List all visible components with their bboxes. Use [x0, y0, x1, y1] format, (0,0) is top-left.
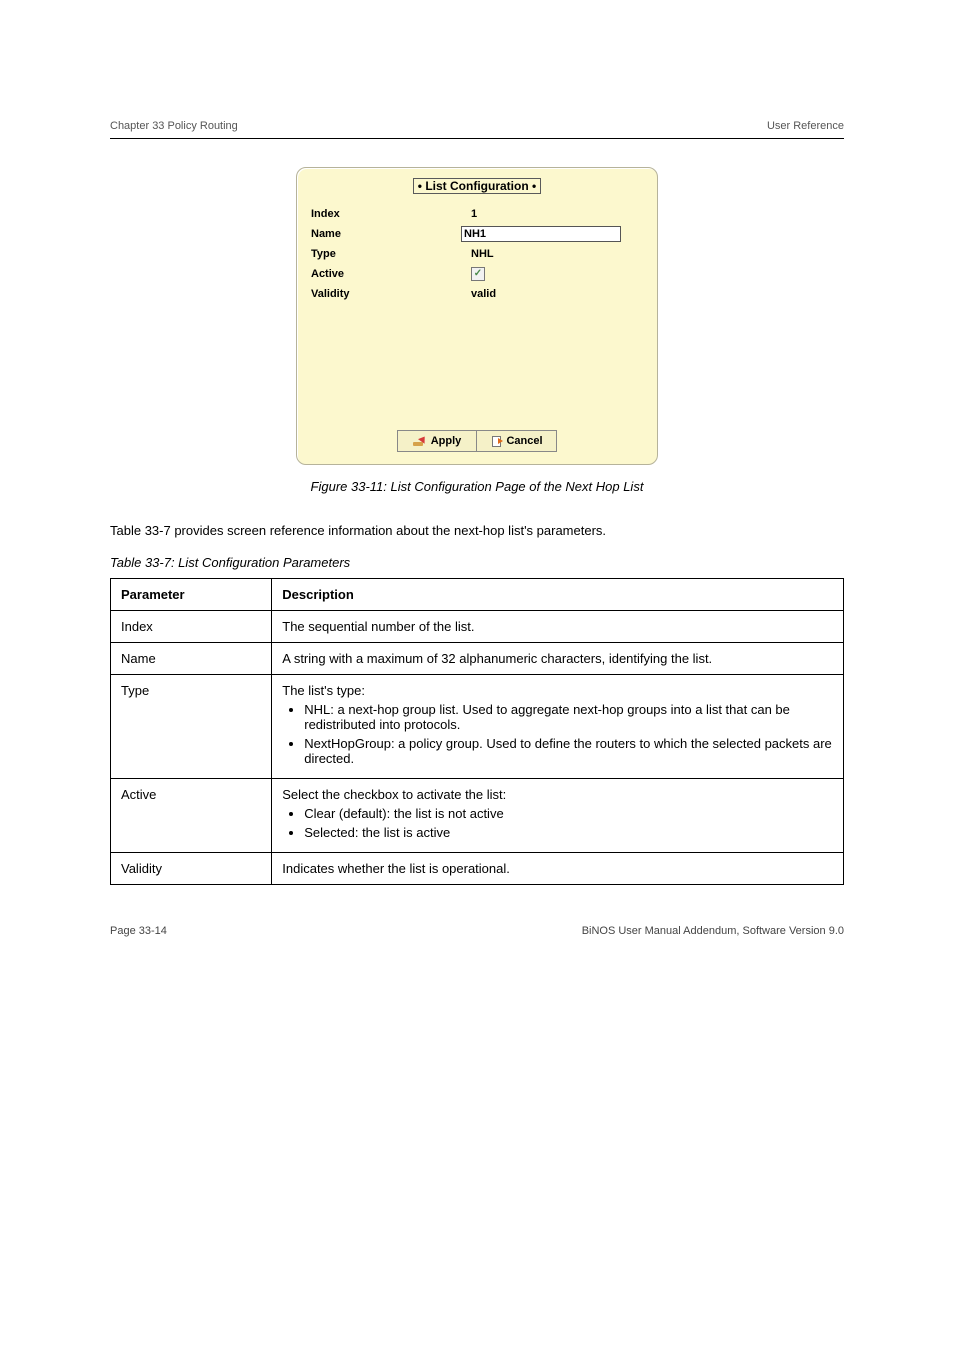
- th-description: Description: [272, 578, 844, 610]
- apply-button[interactable]: Apply: [397, 430, 477, 452]
- active-checkbox[interactable]: ✓: [471, 267, 485, 281]
- page-header: Chapter 33 Policy Routing User Reference: [110, 120, 844, 132]
- page-footer: Page 33-14 BiNOS User Manual Addendum, S…: [110, 925, 844, 937]
- cell-desc: Indicates whether the list is operationa…: [272, 852, 844, 884]
- cell-param: Type: [111, 674, 272, 778]
- apply-label: Apply: [431, 435, 462, 447]
- table-row: Active Select the checkbox to activate t…: [111, 778, 844, 852]
- value-type: NHL: [461, 248, 643, 260]
- cell-param: Active: [111, 778, 272, 852]
- label-type: Type: [311, 248, 461, 260]
- row-name: Name: [311, 224, 643, 244]
- cell-desc: The sequential number of the list.: [272, 610, 844, 642]
- list-item: NextHopGroup: a policy group. Used to de…: [304, 736, 833, 766]
- list-configuration-dialog: • List Configuration • Index 1 Name T: [296, 167, 658, 465]
- apply-icon: [413, 436, 427, 446]
- footer-right: BiNOS User Manual Addendum, Software Ver…: [582, 925, 844, 937]
- cell-param: Index: [111, 610, 272, 642]
- figure-caption: Figure 33-11: List Configuration Page of…: [110, 479, 844, 494]
- table-row: Validity Indicates whether the list is o…: [111, 852, 844, 884]
- row-type: Type NHL: [311, 244, 643, 264]
- label-active: Active: [311, 268, 461, 280]
- name-input[interactable]: [461, 226, 621, 242]
- header-left: Chapter 33 Policy Routing: [110, 120, 238, 132]
- cancel-button[interactable]: Cancel: [477, 430, 557, 452]
- paragraph: Table 33-7 provides screen reference inf…: [110, 522, 844, 541]
- dialog-title: • List Configuration •: [297, 178, 657, 194]
- parameters-table: Parameter Description Index The sequenti…: [110, 578, 844, 885]
- header-rule: [110, 138, 844, 139]
- table-row: Name A string with a maximum of 32 alpha…: [111, 642, 844, 674]
- header-right: User Reference: [767, 120, 844, 132]
- table-row: Type The list's type: NHL: a next-hop gr…: [111, 674, 844, 778]
- table-header-row: Parameter Description: [111, 578, 844, 610]
- cell-param: Name: [111, 642, 272, 674]
- cell-desc-lead: The list's type:: [282, 683, 833, 698]
- row-active: Active ✓: [311, 264, 643, 284]
- cell-param: Validity: [111, 852, 272, 884]
- cancel-label: Cancel: [506, 435, 542, 447]
- cell-desc-lead: Select the checkbox to activate the list…: [282, 787, 833, 802]
- value-validity: valid: [461, 288, 643, 300]
- label-name: Name: [311, 228, 461, 240]
- dialog-title-text: List Configuration: [425, 179, 528, 193]
- cell-desc: The list's type: NHL: a next-hop group l…: [272, 674, 844, 778]
- th-parameter: Parameter: [111, 578, 272, 610]
- table-caption: Table 33-7: List Configuration Parameter…: [110, 555, 844, 570]
- list-item: Clear (default): the list is not active: [304, 806, 833, 821]
- label-index: Index: [311, 208, 461, 220]
- table-row: Index The sequential number of the list.: [111, 610, 844, 642]
- row-validity: Validity valid: [311, 284, 643, 304]
- label-validity: Validity: [311, 288, 461, 300]
- cell-desc: Select the checkbox to activate the list…: [272, 778, 844, 852]
- dialog-form: Index 1 Name Type NHL Active ✓: [311, 204, 643, 304]
- list-item: Selected: the list is active: [304, 825, 833, 840]
- row-index: Index 1: [311, 204, 643, 224]
- list-item: NHL: a next-hop group list. Used to aggr…: [304, 702, 833, 732]
- cell-desc: A string with a maximum of 32 alphanumer…: [272, 642, 844, 674]
- footer-left: Page 33-14: [110, 925, 167, 937]
- cancel-icon: [490, 435, 502, 447]
- value-index: 1: [461, 208, 643, 220]
- dialog-buttons: Apply Cancel: [297, 430, 657, 452]
- figure-dialog: • List Configuration • Index 1 Name T: [110, 167, 844, 465]
